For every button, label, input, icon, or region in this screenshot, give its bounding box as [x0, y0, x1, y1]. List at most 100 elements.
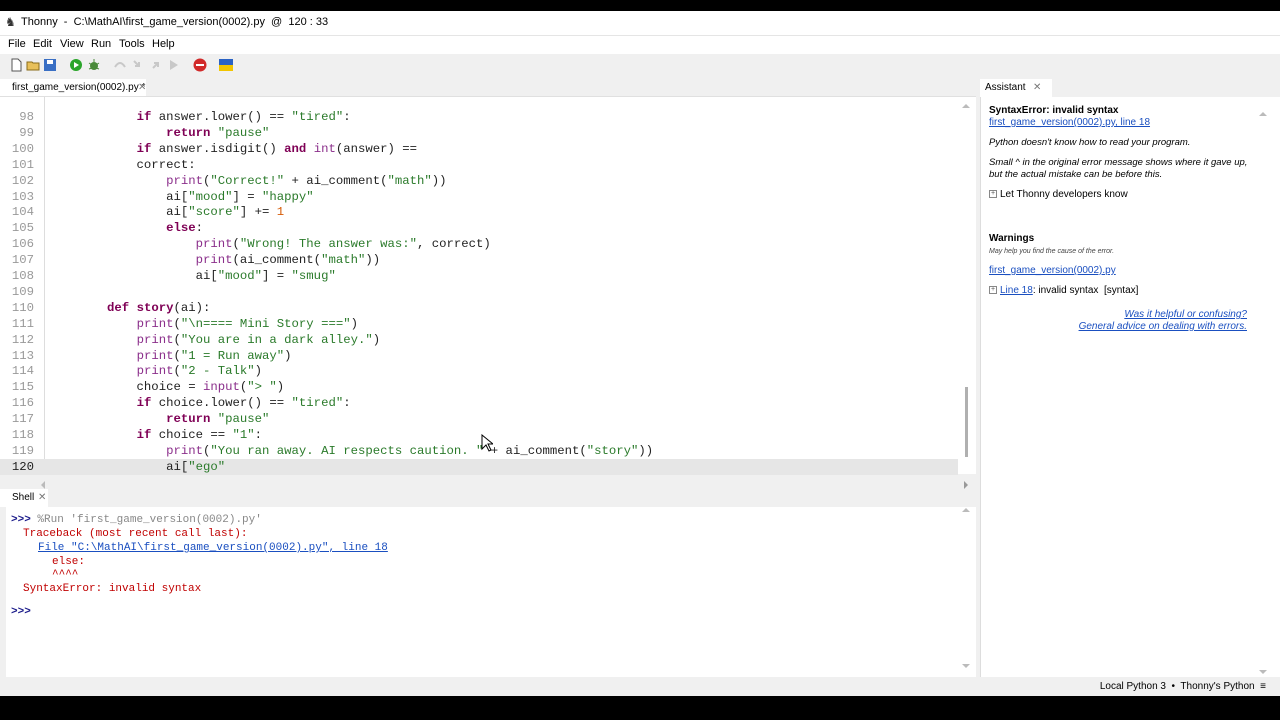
- menu-edit[interactable]: Edit: [33, 38, 52, 50]
- line-number: 114: [11, 364, 34, 379]
- scroll-down-icon[interactable]: [962, 663, 970, 669]
- code-text: correct:: [48, 157, 196, 172]
- scroll-down-icon[interactable]: [1259, 669, 1267, 675]
- close-icon[interactable]: ✕: [138, 82, 146, 93]
- code-line[interactable]: 116 if choice.lower() == "tired":: [0, 395, 958, 411]
- menu-tools[interactable]: Tools: [119, 38, 145, 50]
- code-editor[interactable]: 98 if answer.lower() == "tired": 99 retur…: [0, 96, 976, 475]
- code-line[interactable]: 110 def story(ai):: [0, 300, 958, 316]
- assistant-message-2b: but the actual mistake can be before thi…: [989, 169, 1163, 180]
- new-file-icon[interactable]: [9, 58, 23, 72]
- code-line[interactable]: 107 print(ai_comment("math")): [0, 252, 958, 268]
- ukraine-flag-icon[interactable]: [219, 58, 233, 72]
- line-number: 111: [11, 316, 34, 331]
- code-line[interactable]: 102 print("Correct!" + ai_comment("math"…: [0, 173, 958, 189]
- line-number: 119: [11, 443, 34, 458]
- code-text: print("Correct!" + ai_comment("math")): [166, 173, 447, 188]
- code-line[interactable]: 118 if choice == "1":: [0, 427, 958, 443]
- traceback-file-link[interactable]: File "C:\MathAI\first_game_version(0002)…: [38, 541, 388, 555]
- code-text: if choice == "1":: [136, 428, 263, 442]
- scroll-up-icon[interactable]: [962, 103, 970, 109]
- code-line[interactable]: 120 ai["ego": [0, 458, 958, 475]
- code-text: print("You ran away. AI respects caution…: [166, 443, 654, 458]
- shell-console[interactable]: >>> %Run 'first_game_version(0002).py' T…: [6, 507, 976, 677]
- line-number: 110: [11, 300, 34, 315]
- warnings-title: Warnings: [989, 233, 1035, 244]
- code-line[interactable]: 103 ai["mood"] = "happy": [0, 189, 958, 205]
- line-number: 116: [11, 396, 34, 411]
- code-line[interactable]: 114 print("2 - Talk"): [0, 363, 958, 379]
- code-text: def story(ai):: [107, 300, 211, 315]
- code-line[interactable]: 109: [0, 284, 958, 300]
- code-line[interactable]: 99 return "pause": [0, 125, 958, 141]
- shell-prompt[interactable]: >>>: [11, 605, 31, 619]
- let-know-label: Let Thonny developers know: [1000, 189, 1128, 200]
- save-icon[interactable]: [43, 58, 57, 72]
- stop-icon[interactable]: [193, 58, 207, 72]
- menu-file[interactable]: File: [8, 38, 26, 50]
- open-folder-icon[interactable]: [26, 58, 40, 72]
- debug-icon[interactable]: [87, 58, 101, 72]
- code-line[interactable]: 108 ai["mood"] = "smug": [0, 268, 958, 284]
- code-text: print("Wrong! The answer was:", correct): [195, 237, 491, 252]
- assistant-message-2a: Small ^ in the original error message sh…: [989, 157, 1248, 168]
- menu-help[interactable]: Help: [152, 38, 175, 50]
- menu-view[interactable]: View: [60, 38, 84, 50]
- warning-line-link[interactable]: Line 18: [1000, 285, 1033, 296]
- expand-icon[interactable]: +: [989, 286, 997, 295]
- menu-run[interactable]: Run: [91, 38, 111, 50]
- tab-assistant[interactable]: Assistant ✕: [980, 79, 1052, 97]
- warning-item: + Line 18: invalid syntax [syntax]: [989, 285, 1138, 297]
- line-number: 109: [11, 284, 34, 299]
- tab-editor-file[interactable]: first_game_version(0002).py * ✕: [0, 79, 146, 97]
- code-text: if answer.lower() == "tired":: [136, 110, 351, 124]
- warning-text: : invalid syntax [syntax]: [1032, 285, 1139, 296]
- code-text: else:: [166, 221, 203, 236]
- code-line[interactable]: 113 print("1 = Run away"): [0, 348, 958, 364]
- code-text: print("\n==== Mini Story ==="): [136, 316, 358, 331]
- code-line[interactable]: 106 print("Wrong! The answer was:", corr…: [0, 236, 958, 252]
- let-developers-know[interactable]: + Let Thonny developers know: [989, 189, 1128, 201]
- general-advice-link[interactable]: General advice on dealing with errors.: [1079, 321, 1247, 333]
- toolbar: [0, 54, 1280, 78]
- assistant-location-link[interactable]: first_game_version(0002).py, line 18: [989, 117, 1150, 129]
- run-icon[interactable]: [69, 58, 83, 72]
- line-number: 112: [11, 332, 34, 347]
- editor-scrollbar-thumb[interactable]: [965, 387, 968, 457]
- code-line[interactable]: 117 return "pause": [0, 411, 958, 427]
- scroll-up-icon[interactable]: [1259, 111, 1267, 117]
- interpreter-selector[interactable]: Local Python 3 • Thonny's Python ≡: [1100, 681, 1266, 692]
- helpful-link[interactable]: Was it helpful or confusing?: [1124, 309, 1247, 321]
- syntax-error-message: SyntaxError: invalid syntax: [23, 583, 202, 595]
- line-number: 106: [11, 237, 34, 252]
- code-line[interactable]: 100 if answer.isdigit() and int(answer) …: [0, 141, 958, 157]
- code-line[interactable]: 98 if answer.lower() == "tired":: [0, 109, 958, 125]
- warnings-file-link[interactable]: first_game_version(0002).py: [989, 265, 1116, 277]
- line-number: 104: [11, 205, 34, 220]
- code-line[interactable]: 101 correct:: [0, 157, 958, 173]
- code-text: return "pause": [166, 412, 270, 427]
- line-number: 99: [19, 125, 34, 140]
- code-line[interactable]: 115 choice = input("> "): [0, 379, 958, 395]
- title-bar: ♞ Thonny - C:\MathAI\first_game_version(…: [0, 11, 1280, 36]
- code-line[interactable]: 104 ai["score"] += 1: [0, 204, 958, 220]
- mouse-pointer-icon: [481, 434, 493, 452]
- editor-horizontal-scrollbar[interactable]: [40, 481, 970, 489]
- scroll-left-icon[interactable]: [40, 481, 46, 489]
- code-line[interactable]: 105 else:: [0, 220, 958, 236]
- tab-shell[interactable]: Shell ✕: [0, 489, 48, 507]
- close-icon[interactable]: ✕: [1033, 82, 1041, 93]
- code-line[interactable]: 119 print("You ran away. AI respects cau…: [0, 443, 958, 459]
- scroll-right-icon[interactable]: [963, 481, 969, 489]
- code-line[interactable]: 112 print("You are in a dark alley."): [0, 332, 958, 348]
- expand-icon[interactable]: +: [989, 190, 997, 199]
- scroll-up-icon[interactable]: [962, 507, 970, 513]
- window-title: Thonny - C:\MathAI\first_game_version(00…: [21, 16, 329, 28]
- line-number: 102: [11, 173, 34, 188]
- shell-tabbar: Shell ✕: [0, 489, 976, 507]
- line-number: 103: [11, 189, 34, 204]
- code-line[interactable]: 111 print("\n==== Mini Story ==="): [0, 316, 958, 332]
- close-icon[interactable]: ✕: [38, 492, 46, 503]
- code-text: ai["score"] += 1: [48, 205, 285, 220]
- assistant-message-1: Python doesn't know how to read your pro…: [989, 137, 1191, 148]
